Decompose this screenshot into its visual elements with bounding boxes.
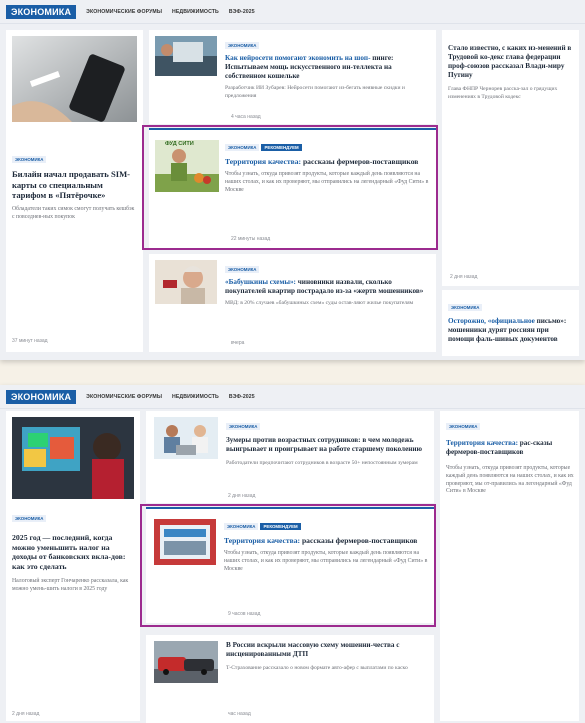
- news-card-fake-letter[interactable]: ЭКОНОМИКА Осторожно, «официальное письмо…: [442, 290, 579, 356]
- news-card-food-city-side[interactable]: ЭКОНОМИКА Территория качества: рас-сказы…: [440, 411, 579, 721]
- news-title[interactable]: «Бабушкины схемы»: чиновники назвали, ск…: [225, 278, 431, 296]
- news-image-coworkers: [154, 417, 218, 459]
- news-grid: ЭКОНОМИКА Билайн начал продавать SIM-кар…: [0, 24, 585, 360]
- news-title[interactable]: Осторожно, «официальное письмо»: мошенни…: [448, 317, 574, 344]
- news-card-zoomers[interactable]: ЭКОНОМИКА Зумеры против возрастных сотру…: [146, 411, 434, 503]
- news-image-car-crash: [154, 641, 218, 683]
- news-card-beeline[interactable]: ЭКОНОМИКА Билайн начал продавать SIM-кар…: [6, 30, 143, 352]
- news-title-highlight[interactable]: Территория качества:: [446, 439, 518, 447]
- news-image-phone: [12, 36, 137, 122]
- nav-link-vef[interactable]: ВЭФ-2025: [229, 9, 255, 15]
- news-card-ai-shopping[interactable]: ЭКОНОМИКА Как нейросети помогают экономи…: [149, 30, 436, 124]
- nav-link-forums[interactable]: ЭКОНОМИЧЕСКИЕ ФОРУМЫ: [86, 9, 162, 15]
- news-card-labor-code[interactable]: Стало известно, с каких из-менений в Тру…: [442, 30, 579, 286]
- news-time: час назад: [228, 711, 251, 717]
- news-title[interactable]: Стало известно, с каких из-менений в Тру…: [448, 44, 574, 80]
- rubric-economy-link[interactable]: ЭКОНОМИКА: [6, 389, 77, 404]
- news-card-grandma-schemes[interactable]: ЭКОНОМИКА «Бабушкины схемы»: чиновники н…: [149, 254, 436, 352]
- news-lead: Налоговый эксперт Гончаренко рассказала,…: [12, 577, 129, 592]
- news-title[interactable]: Зумеры против возрастных сотрудников: в …: [226, 436, 430, 454]
- news-time: 2 дня назад: [12, 711, 40, 717]
- screenshot-bottom: ЭКОНОМИКА ЭКОНОМИЧЕСКИЕ ФОРУМЫ НЕДВИЖИМО…: [0, 385, 585, 723]
- tag-economy[interactable]: ЭКОНОМИКА: [448, 304, 483, 311]
- tag-economy[interactable]: ЭКОНОМИКА: [446, 423, 481, 430]
- screenshot-top: ЭКОНОМИКА ЭКОНОМИЧЕСКИЕ ФОРУМЫ НЕДВИЖИМО…: [0, 0, 585, 360]
- tag-economy[interactable]: ЭКОНОМИКА: [226, 423, 261, 430]
- news-card-bank-tax[interactable]: ЭКОНОМИКА 2025 год — последний, когда мо…: [6, 411, 140, 721]
- tag-economy[interactable]: ЭКОНОМИКА: [12, 156, 47, 163]
- news-title[interactable]: Билайн начал продавать SIM-карты со спец…: [12, 169, 137, 201]
- tag-economy[interactable]: ЭКОНОМИКА: [225, 266, 260, 273]
- highlight-frame: [142, 125, 438, 250]
- news-title[interactable]: Территория качества: рас-сказы фермеров-…: [446, 439, 574, 457]
- nav-link-realty[interactable]: НЕДВИЖИМОСТЬ: [172, 394, 219, 400]
- section-navbar: ЭКОНОМИКА ЭКОНОМИЧЕСКИЕ ФОРУМЫ НЕДВИЖИМО…: [0, 0, 585, 24]
- news-time: 37 минут назад: [12, 338, 48, 344]
- nav-link-vef[interactable]: ВЭФ-2025: [229, 394, 255, 400]
- news-lead: Глава ФНПР Чернорев расска-зал о грядущи…: [448, 86, 558, 100]
- news-title-highlight[interactable]: Осторожно, «официальное: [448, 317, 535, 325]
- news-title[interactable]: В России вскрыли массовую схему мошенни-…: [226, 641, 430, 659]
- tag-economy[interactable]: ЭКОНОМИКА: [12, 515, 47, 522]
- news-card-staged-accidents[interactable]: В России вскрыли массовую схему мошенни-…: [146, 635, 434, 723]
- news-lead: Обладатели таких симок смогут получать к…: [12, 206, 135, 221]
- news-lead: Т-Страхование рассказало о новом формате…: [226, 665, 408, 671]
- news-image-ai: [155, 36, 217, 76]
- news-time: 2 дня назад: [228, 493, 256, 499]
- news-grid: ЭКОНОМИКА 2025 год — последний, когда мо…: [0, 409, 585, 723]
- news-title[interactable]: 2025 год — последний, когда можно уменьш…: [12, 533, 136, 572]
- news-lead: Разработчик ИИ Зубарев: Нейросети помога…: [225, 85, 405, 99]
- tag-economy[interactable]: ЭКОНОМИКА: [225, 42, 260, 49]
- news-time: 4 часа назад: [231, 114, 261, 120]
- nav-link-forums[interactable]: ЭКОНОМИЧЕСКИЕ ФОРУМЫ: [86, 394, 162, 400]
- news-title-highlight[interactable]: Как нейросети помогают экономить на шоп-: [225, 54, 370, 62]
- news-lead: Чтобы узнать, откуда привозят продукты, …: [446, 465, 574, 495]
- section-navbar: ЭКОНОМИКА ЭКОНОМИЧЕСКИЕ ФОРУМЫ НЕДВИЖИМО…: [0, 385, 585, 409]
- news-time: вчера: [231, 340, 245, 346]
- rubric-economy-link[interactable]: ЭКОНОМИКА: [6, 4, 77, 19]
- news-image-elderly-woman: [155, 260, 217, 304]
- nav-link-realty[interactable]: НЕДВИЖИМОСТЬ: [172, 9, 219, 15]
- news-title-highlight[interactable]: «Бабушкины схемы»:: [225, 278, 296, 286]
- highlight-frame: [140, 504, 436, 627]
- news-lead: МВД: в 20% случаев «бабушкиных схем» суд…: [225, 300, 414, 306]
- news-time: 2 дня назад: [450, 274, 478, 280]
- news-lead: Работодатели предпочитают сотрудников в …: [226, 460, 418, 466]
- news-title[interactable]: Как нейросети помогают экономить на шоп-…: [225, 54, 431, 81]
- news-image-office-screen: [12, 417, 134, 499]
